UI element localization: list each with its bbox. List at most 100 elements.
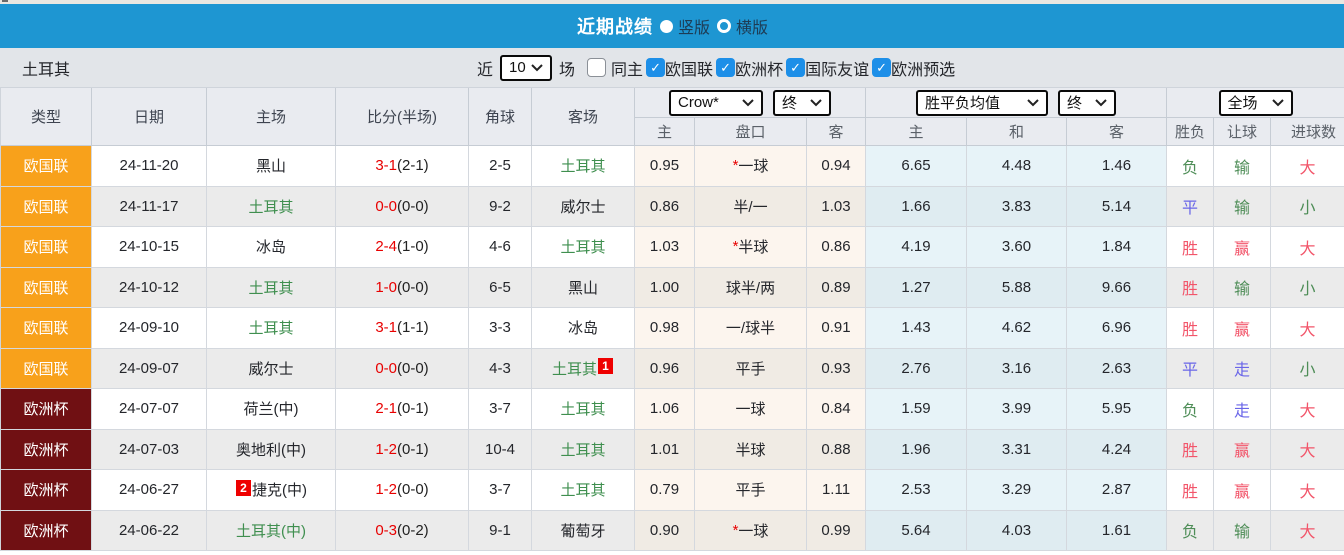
cell-competition: 欧国联 xyxy=(1,186,92,227)
competition-checkbox[interactable]: ✓ xyxy=(646,58,666,77)
team-name: 冰岛 xyxy=(567,320,598,338)
matches-label: 场 xyxy=(559,61,576,79)
team-name: 土耳其(中) xyxy=(236,522,306,540)
cell-odds-home: 0.86 xyxy=(635,186,695,227)
recent-results-widget: 近期战绩 竖版 横版 土耳其 近 10 场 同主 ✓ 欧国联 ✓ 欧洲杯 ✓ 国际友谊 ✓ 欧… xyxy=(0,0,1344,555)
cell-odds-home: 0.98 xyxy=(635,308,695,349)
cell-odds-home: 1.00 xyxy=(635,267,695,308)
cell-odds-away: 0.91 xyxy=(807,308,866,349)
odds-source-select[interactable]: Crow* xyxy=(669,89,763,116)
layout-option-horizontal[interactable]: 横版 xyxy=(717,14,768,38)
cell-date: 24-09-10 xyxy=(92,308,207,349)
cell-avg-away: 4.24 xyxy=(1067,429,1167,470)
cell-avg-away: 6.96 xyxy=(1067,308,1167,349)
layout-option-vertical[interactable]: 竖版 xyxy=(660,14,710,38)
cell-score: 2-4 (1-0) xyxy=(336,227,469,268)
cell-date: 24-07-03 xyxy=(92,429,207,470)
scope-select[interactable]: 全场 xyxy=(1218,89,1293,116)
cell-avg-away: 2.87 xyxy=(1067,470,1167,511)
cell-corners: 6-5 xyxy=(469,267,532,308)
cell-avg-home: 1.43 xyxy=(866,308,967,349)
cell-odds-handicap: * 一球 xyxy=(695,146,807,187)
average-state-value: 终 xyxy=(1067,95,1083,112)
team-name: 荷兰(中) xyxy=(243,401,299,419)
cell-result-goals: 小 xyxy=(1271,186,1344,227)
competition-checkbox[interactable]: ✓ xyxy=(786,58,806,77)
cell-odds-home: 0.90 xyxy=(635,510,695,551)
cell-avg-home: 1.27 xyxy=(866,267,967,308)
average-header-group: 胜平负均值 终 xyxy=(866,88,1167,118)
scope-value: 全场 xyxy=(1227,95,1258,112)
team-name: 土耳其 xyxy=(22,61,71,79)
cell-odds-home: 0.79 xyxy=(635,470,695,511)
odds-state-select[interactable]: 终 xyxy=(773,89,831,116)
cell-away-team: 土耳其 xyxy=(532,389,635,430)
subheader-avg-draw: 和 xyxy=(967,118,1067,146)
competition-label: 欧国联 xyxy=(665,61,714,79)
subheader-wdl: 胜负 xyxy=(1167,118,1214,146)
cell-avg-home: 4.19 xyxy=(866,227,967,268)
cell-away-team: 土耳其 xyxy=(532,146,635,187)
cell-corners: 9-2 xyxy=(469,186,532,227)
cell-avg-away: 1.46 xyxy=(1067,146,1167,187)
cell-corners: 2-5 xyxy=(469,146,532,187)
competition-filters: ✓ 欧国联 ✓ 欧洲杯 ✓ 国际友谊 ✓ 欧洲预选 xyxy=(643,56,955,80)
cell-home-team: 土耳其 xyxy=(207,308,336,349)
cell-away-team: 土耳其 xyxy=(532,227,635,268)
competition-label: 欧洲预选 xyxy=(891,61,956,79)
cell-result-wdl: 胜 xyxy=(1167,429,1214,470)
cell-home-team: 冰岛 xyxy=(207,227,336,268)
cell-avg-home: 5.64 xyxy=(866,510,967,551)
odds-state-value: 终 xyxy=(782,95,798,112)
team-name: 土耳其 xyxy=(560,441,606,459)
cell-result-goals: 大 xyxy=(1271,510,1344,551)
top-edge-fragment xyxy=(2,0,8,2)
average-type-select[interactable]: 胜平负均值 xyxy=(916,89,1048,116)
cell-avg-draw: 4.03 xyxy=(967,510,1067,551)
cell-result-handicap: 赢 xyxy=(1214,429,1271,470)
cell-score: 1-2 (0-0) xyxy=(336,470,469,511)
chevron-down-icon xyxy=(1095,98,1107,106)
cell-result-wdl: 胜 xyxy=(1167,308,1214,349)
subheader-handicap: 盘口 xyxy=(695,118,807,146)
cell-corners: 3-7 xyxy=(469,470,532,511)
radio-selected-icon[interactable] xyxy=(660,19,673,33)
team-name: 土耳其 xyxy=(560,158,606,176)
cell-avg-draw: 3.31 xyxy=(967,429,1067,470)
radio-unselected-icon[interactable] xyxy=(717,19,732,33)
filter-bar: 土耳其 近 10 场 同主 ✓ 欧国联 ✓ 欧洲杯 ✓ 国际友谊 ✓ 欧洲预选 xyxy=(0,48,1344,88)
cell-competition: 欧国联 xyxy=(1,146,92,187)
cell-odds-handicap: 平手 xyxy=(695,470,807,511)
cell-date: 24-06-22 xyxy=(92,510,207,551)
average-state-select[interactable]: 终 xyxy=(1058,89,1116,116)
cell-result-goals: 小 xyxy=(1271,348,1344,389)
cell-odds-away: 0.84 xyxy=(807,389,866,430)
cell-avg-draw: 3.29 xyxy=(967,470,1067,511)
cell-competition: 欧洲杯 xyxy=(1,429,92,470)
title-bar: 近期战绩 竖版 横版 xyxy=(0,4,1344,48)
col-header-home: 主场 xyxy=(207,88,336,146)
col-header-date: 日期 xyxy=(92,88,207,146)
cell-away-team: 土耳其 1 xyxy=(532,348,635,389)
competition-checkbox[interactable]: ✓ xyxy=(872,58,892,77)
recent-count-select[interactable]: 10 xyxy=(500,54,553,81)
same-home-checkbox[interactable] xyxy=(587,58,607,77)
cell-score: 0-0 (0-0) xyxy=(336,348,469,389)
cell-avg-draw: 3.99 xyxy=(967,389,1067,430)
red-card-badge: 1 xyxy=(598,358,613,375)
cell-odds-home: 0.96 xyxy=(635,348,695,389)
cell-odds-away: 0.93 xyxy=(807,348,866,389)
cell-away-team: 土耳其 xyxy=(532,429,635,470)
cell-result-handicap: 输 xyxy=(1214,146,1271,187)
cell-odds-home: 1.06 xyxy=(635,389,695,430)
subheader-odds-away: 客 xyxy=(807,118,866,146)
cell-date: 24-07-07 xyxy=(92,389,207,430)
cell-date: 24-09-07 xyxy=(92,348,207,389)
cell-result-handicap: 走 xyxy=(1214,348,1271,389)
cell-avg-draw: 3.16 xyxy=(967,348,1067,389)
cell-score: 0-0 (0-0) xyxy=(336,186,469,227)
cell-score: 2-1 (0-1) xyxy=(336,389,469,430)
competition-checkbox[interactable]: ✓ xyxy=(716,58,736,77)
cell-avg-home: 2.76 xyxy=(866,348,967,389)
subheader-avg-home: 主 xyxy=(866,118,967,146)
